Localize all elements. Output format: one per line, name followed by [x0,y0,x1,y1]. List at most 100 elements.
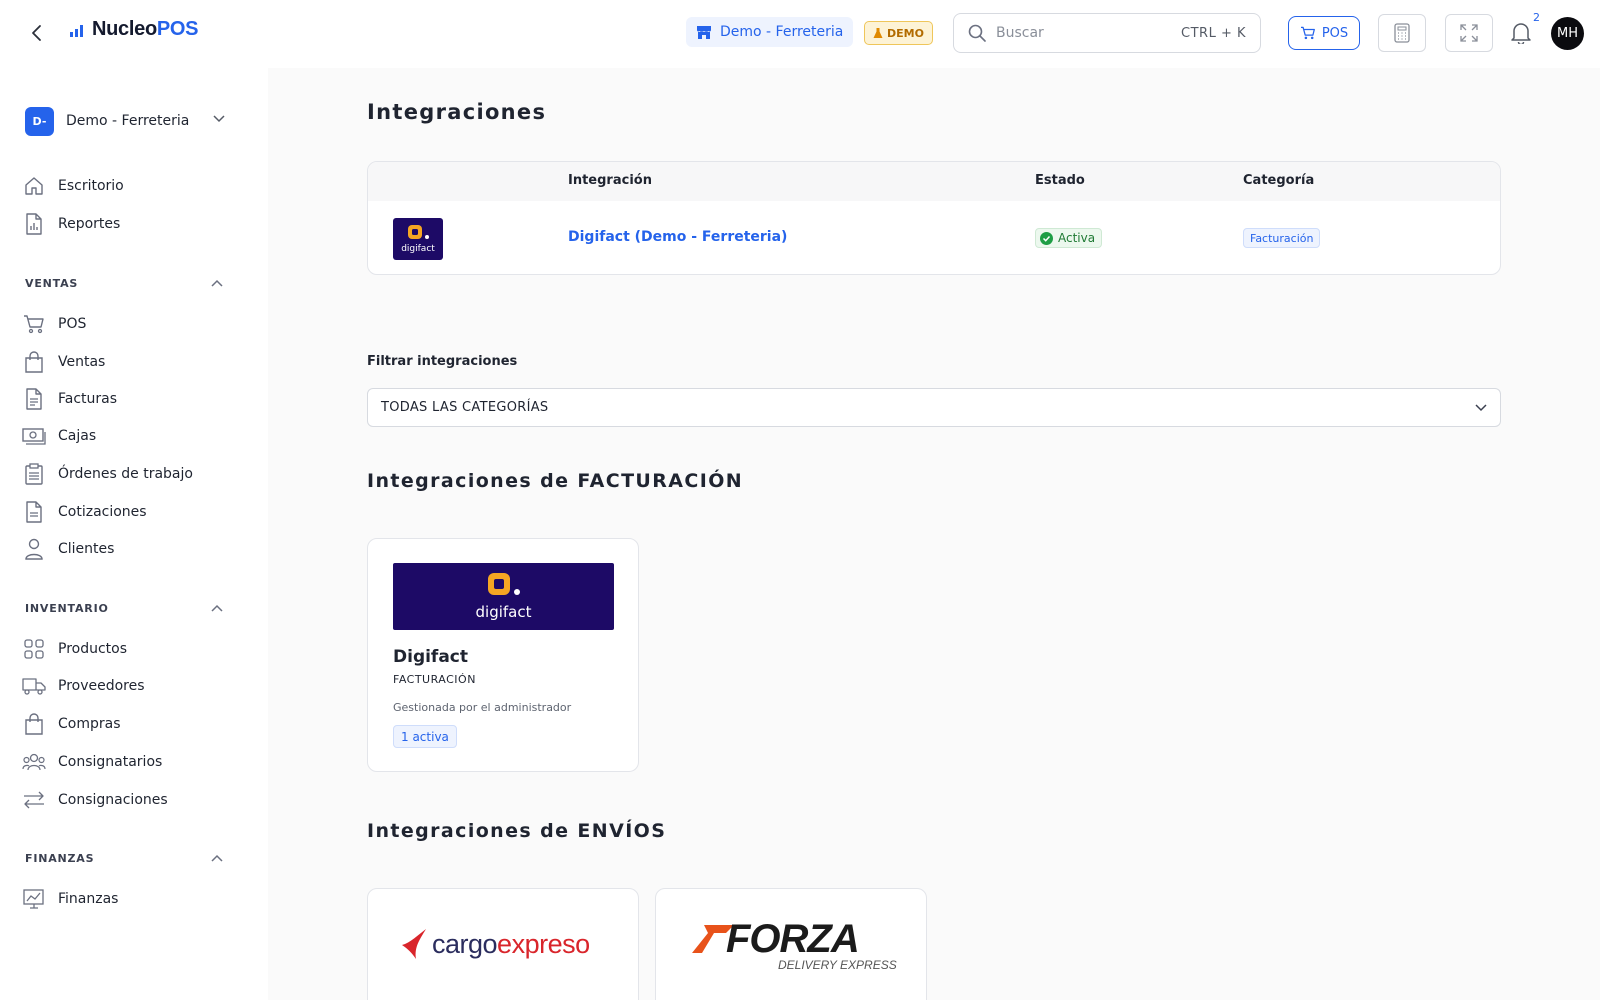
sidebar-item-label: Reportes [58,216,121,232]
fullscreen-button[interactable] [1445,14,1493,52]
section-ventas[interactable]: VENTAS [25,273,223,293]
swap-icon [24,791,44,809]
calculator-button[interactable] [1378,14,1426,52]
card-category: FACTURACIÓN [393,673,476,686]
brand-name: NucleoPOS [92,18,199,40]
brand-logo[interactable]: NucleoPOS [70,18,218,41]
back-button[interactable] [24,20,50,46]
flask-icon [873,28,883,38]
digifact-logo: digifact [393,218,443,260]
section-finanzas[interactable]: FINANZAS [25,848,223,868]
section-inventario[interactable]: INVENTARIO [25,598,223,618]
store-name: Demo - Ferreteria [720,24,844,40]
table-row[interactable]: digifact Digifact (Demo - Ferreteria) Ac… [368,201,1500,274]
integration-name-link[interactable]: Digifact (Demo - Ferreteria) [568,229,787,245]
sidebar-item-consignatarios[interactable]: Consignatarios [22,748,242,776]
status-label: Activa [1058,231,1096,245]
sidebar-item-proveedores[interactable]: Proveedores [22,672,242,700]
bag-icon [25,351,43,373]
bars-logo-icon [70,24,83,37]
column-header-categoria: Categoría [1243,173,1315,188]
sidebar-item-label: Ventas [58,354,106,370]
home-icon [25,177,43,195]
store-chip[interactable]: Demo - Ferreteria [686,17,854,47]
expand-icon [1460,24,1478,42]
chevron-up-icon [211,604,223,612]
search-input[interactable] [996,25,1182,41]
digifact-banner: digifact [393,563,614,630]
category-badge: Facturación [1243,228,1321,248]
cargoexpreso-logo: cargoexpreso [400,927,590,961]
sidebar-item-clientes[interactable]: Clientes [22,535,242,563]
cart-icon [1300,26,1315,40]
demo-label: DEMO [887,26,924,40]
chevron-up-icon [211,279,223,287]
pos-button-label: POS [1321,25,1349,41]
sidebar-item-label: Consignaciones [58,792,168,808]
integration-card-cargoexpreso[interactable]: cargoexpreso [367,888,639,1000]
digifact-banner-text: digifact [475,603,532,621]
page-title: Integraciones [367,100,547,124]
filter-label: Filtrar integraciones [367,354,518,369]
sidebar-item-compras[interactable]: Compras [22,710,242,738]
sidebar-item-cajas[interactable]: Cajas [22,422,242,450]
forza-logo-subtext: DELIVERY EXPRESS [778,958,897,972]
notification-count: 2 [1533,11,1540,24]
column-header-integracion: Integración [568,173,652,188]
avatar[interactable]: MH [1551,17,1584,50]
section-title: FINANZAS [25,851,95,865]
card-title: Digifact [393,647,469,667]
cargoexpreso-logo-text: cargoexpreso [432,928,590,959]
pos-button[interactable]: POS [1288,16,1360,50]
search-icon [968,24,986,42]
sidebar-item-pos[interactable]: POS [22,310,242,338]
sidebar-item-label: Escritorio [58,178,124,194]
status-badge: Activa [1035,228,1103,248]
billing-section-title: Integraciones de FACTURACIÓN [367,470,744,492]
forza-logo: FORZA DELIVERY EXPRESS [690,917,900,972]
sidebar-item-label: Consignatarios [58,754,163,770]
bell-icon [1511,23,1531,44]
chevron-left-icon [32,25,41,41]
notifications-button[interactable] [1508,20,1534,46]
card-managed-note: Gestionada por el administrador [393,701,572,714]
company-selector[interactable]: D- Demo - Ferreteria [25,106,225,136]
cash-icon [22,428,46,445]
integrations-table: Integración Estado Categoría digifact Di… [367,161,1501,275]
company-name: Demo - Ferreteria [66,113,190,129]
integration-card-forza[interactable]: FORZA DELIVERY EXPRESS [655,888,927,1000]
demo-badge: DEMO [864,21,933,45]
invoice-icon [26,388,42,410]
sidebar-item-label: Compras [58,716,121,732]
sidebar-item-ordenes[interactable]: Órdenes de trabajo [22,460,242,488]
sidebar-item-label: Finanzas [58,891,119,907]
sidebar-item-productos[interactable]: Productos [22,635,242,663]
bag-icon [25,713,43,735]
cart-icon [24,315,44,334]
calculator-icon [1394,23,1410,43]
search-box[interactable]: CTRL + K [953,13,1261,53]
filter-selected-value: TODAS LAS CATEGORÍAS [381,400,549,415]
sidebar-item-ventas[interactable]: Ventas [22,348,242,376]
users-icon [22,753,46,771]
sidebar-item-facturas[interactable]: Facturas [22,385,242,413]
shipping-section-title: Integraciones de ENVÍOS [367,820,667,842]
chevron-down-icon [213,115,225,123]
sidebar-item-finanzas[interactable]: Finanzas [22,885,242,913]
main-content: Integraciones Integración Estado Categor… [268,68,1600,1000]
category-filter-select[interactable]: TODAS LAS CATEGORÍAS [367,388,1501,427]
grid-icon [24,639,44,659]
sidebar-item-cotizaciones[interactable]: Cotizaciones [22,498,242,526]
sidebar-item-reportes[interactable]: Reportes [22,210,242,238]
sidebar-item-label: Proveedores [58,678,145,694]
sidebar-item-label: Clientes [58,541,115,557]
section-title: VENTAS [25,276,79,290]
sidebar-item-label: Facturas [58,391,118,407]
digifact-mark-icon [487,573,520,595]
integration-card-digifact[interactable]: digifact Digifact FACTURACIÓN Gestionada… [367,538,639,772]
store-icon [697,25,711,39]
sidebar-item-consignaciones[interactable]: Consignaciones [22,786,242,814]
sidebar-item-label: Cotizaciones [58,504,147,520]
sidebar-item-escritorio[interactable]: Escritorio [22,172,242,200]
truck-icon [22,678,46,695]
